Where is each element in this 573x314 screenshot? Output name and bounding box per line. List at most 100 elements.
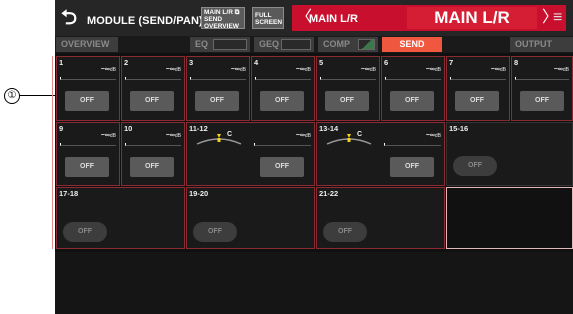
- send-on-off-button[interactable]: OFF: [193, 222, 237, 242]
- send-level: −∞dB: [100, 132, 116, 139]
- send-level-bar[interactable]: [190, 77, 246, 80]
- send-level-bar[interactable]: [450, 77, 506, 80]
- send-on-off-button[interactable]: OFF: [260, 91, 304, 111]
- send-on-off-button[interactable]: OFF: [65, 157, 109, 177]
- channel-2: 2 −∞dB OFF: [121, 56, 185, 121]
- channel-9: 9 −∞dB OFF: [56, 122, 120, 186]
- channel-label: 7: [449, 58, 454, 67]
- send-on-off-button[interactable]: OFF: [390, 157, 434, 177]
- send-on-off-button[interactable]: OFF: [260, 157, 304, 177]
- channel-label: 9: [59, 124, 64, 133]
- empty-cell: [446, 187, 573, 249]
- channel-19-20: 19-20 OFF: [186, 187, 315, 249]
- send-level-bar[interactable]: [515, 77, 569, 80]
- header-bar: ⮌ MODULE (SEND/PAN) MAIN L/R ⧉ SEND OVER…: [55, 0, 573, 36]
- callout-leader-line: [19, 95, 55, 96]
- channel-3: 3 −∞dB OFF: [186, 56, 250, 121]
- send-level: −∞dB: [295, 66, 311, 73]
- tab-geq-label: GEQ: [259, 39, 280, 49]
- screen-blank-area: [55, 252, 573, 314]
- send-level: −∞dB: [553, 66, 569, 73]
- comp-thumbnail-icon: [358, 39, 375, 50]
- module-tab-bar: OVERVIEW EQ GEQ COMP SEND OUTPUT: [55, 36, 573, 53]
- tab-output[interactable]: OUTPUT: [510, 37, 573, 52]
- channel-17-18: 17-18 OFF: [56, 187, 185, 249]
- channel-label: 2: [124, 58, 129, 67]
- full-screen-button[interactable]: FULL SCREEN: [252, 7, 284, 29]
- send-level-bar[interactable]: [125, 143, 181, 146]
- tab-send[interactable]: SEND: [382, 37, 442, 52]
- send-on-off-button[interactable]: OFF: [520, 91, 564, 111]
- menu-icon[interactable]: ≡: [553, 9, 562, 27]
- channel-label: 8: [514, 58, 519, 67]
- send-level: −∞dB: [165, 66, 181, 73]
- channel-label: 1: [59, 58, 64, 67]
- send-level-bar[interactable]: [255, 77, 311, 80]
- send-level: −∞dB: [165, 132, 181, 139]
- channel-label: 4: [254, 58, 259, 67]
- send-level-bar[interactable]: [60, 77, 116, 80]
- back-icon[interactable]: ⮌: [58, 7, 80, 29]
- channel-6: 6 −∞dB OFF: [381, 56, 445, 121]
- send-level: −∞dB: [490, 66, 506, 73]
- channel-label: 19-20: [189, 189, 209, 198]
- channel-label: 21-22: [319, 189, 339, 198]
- send-level-bar[interactable]: [320, 77, 376, 80]
- callout-number: ①: [4, 88, 20, 104]
- send-on-off-button[interactable]: OFF: [325, 91, 369, 111]
- tab-eq[interactable]: EQ: [190, 37, 250, 52]
- pan-knob[interactable]: [325, 132, 373, 146]
- send-on-off-button[interactable]: OFF: [453, 156, 497, 176]
- channel-5: 5 −∞dB OFF: [316, 56, 380, 121]
- channel-label: 17-18: [59, 189, 79, 198]
- channel-1: 1 −∞dB OFF: [56, 56, 120, 121]
- page-title: MODULE (SEND/PAN): [87, 15, 203, 27]
- channel-label: 6: [384, 58, 389, 67]
- channel-8: 8 −∞dB OFF: [511, 56, 573, 121]
- channel-7: 7 −∞dB OFF: [446, 56, 510, 121]
- send-overview-button[interactable]: MAIN L/R ⧉ SEND OVERVIEW: [201, 7, 245, 30]
- previous-module-label[interactable]: MAIN L/R: [309, 13, 358, 25]
- eq-thumbnail-icon: [213, 39, 247, 50]
- tab-comp[interactable]: COMP: [318, 37, 378, 52]
- send-on-off-button[interactable]: OFF: [390, 91, 434, 111]
- send-on-off-button[interactable]: OFF: [323, 222, 367, 242]
- send-level: −∞dB: [360, 66, 376, 73]
- send-on-off-button[interactable]: OFF: [130, 157, 174, 177]
- send-level-bar[interactable]: [254, 143, 311, 146]
- channel-11-12: 11-12 C −∞dB OFF: [186, 122, 315, 186]
- channel-label: 10: [124, 124, 133, 133]
- tab-overview[interactable]: OVERVIEW: [56, 37, 118, 52]
- pan-value: C: [227, 131, 233, 138]
- geq-thumbnail-icon: [281, 39, 311, 50]
- send-level: −∞dB: [425, 66, 441, 73]
- channel-15-16: 15-16 OFF: [446, 122, 573, 186]
- send-level-bar[interactable]: [384, 143, 441, 146]
- tab-eq-label: EQ: [195, 39, 209, 49]
- tab-comp-label: COMP: [323, 39, 350, 49]
- send-level-bar[interactable]: [125, 77, 181, 80]
- send-on-off-button[interactable]: OFF: [63, 222, 107, 242]
- send-on-off-button[interactable]: OFF: [195, 91, 239, 111]
- send-on-off-button[interactable]: OFF: [65, 91, 109, 111]
- channel-13-14: 13-14 C −∞dB OFF: [316, 122, 445, 186]
- channel-4: 4 −∞dB OFF: [251, 56, 315, 121]
- device-screen: ⮌ MODULE (SEND/PAN) MAIN L/R ⧉ SEND OVER…: [55, 0, 573, 314]
- pan-value: C: [357, 131, 363, 138]
- channel-label: 15-16: [449, 124, 469, 133]
- send-level: −∞dB: [100, 66, 116, 73]
- send-on-off-button[interactable]: OFF: [130, 91, 174, 111]
- send-level: −∞dB: [425, 132, 441, 139]
- pan-knob[interactable]: [195, 132, 243, 146]
- send-level-bar[interactable]: [385, 77, 441, 80]
- channel-21-22: 21-22 OFF: [316, 187, 445, 249]
- send-on-off-button[interactable]: OFF: [455, 91, 499, 111]
- current-module-label: MAIN L/R: [407, 7, 537, 29]
- callout-bracket: [52, 56, 56, 249]
- channel-10: 10 −∞dB OFF: [121, 122, 185, 186]
- send-level: −∞dB: [295, 132, 311, 139]
- send-level-bar[interactable]: [60, 143, 116, 146]
- tab-geq[interactable]: GEQ: [254, 37, 314, 52]
- channel-label: 3: [189, 58, 194, 67]
- channel-label: 5: [319, 58, 324, 67]
